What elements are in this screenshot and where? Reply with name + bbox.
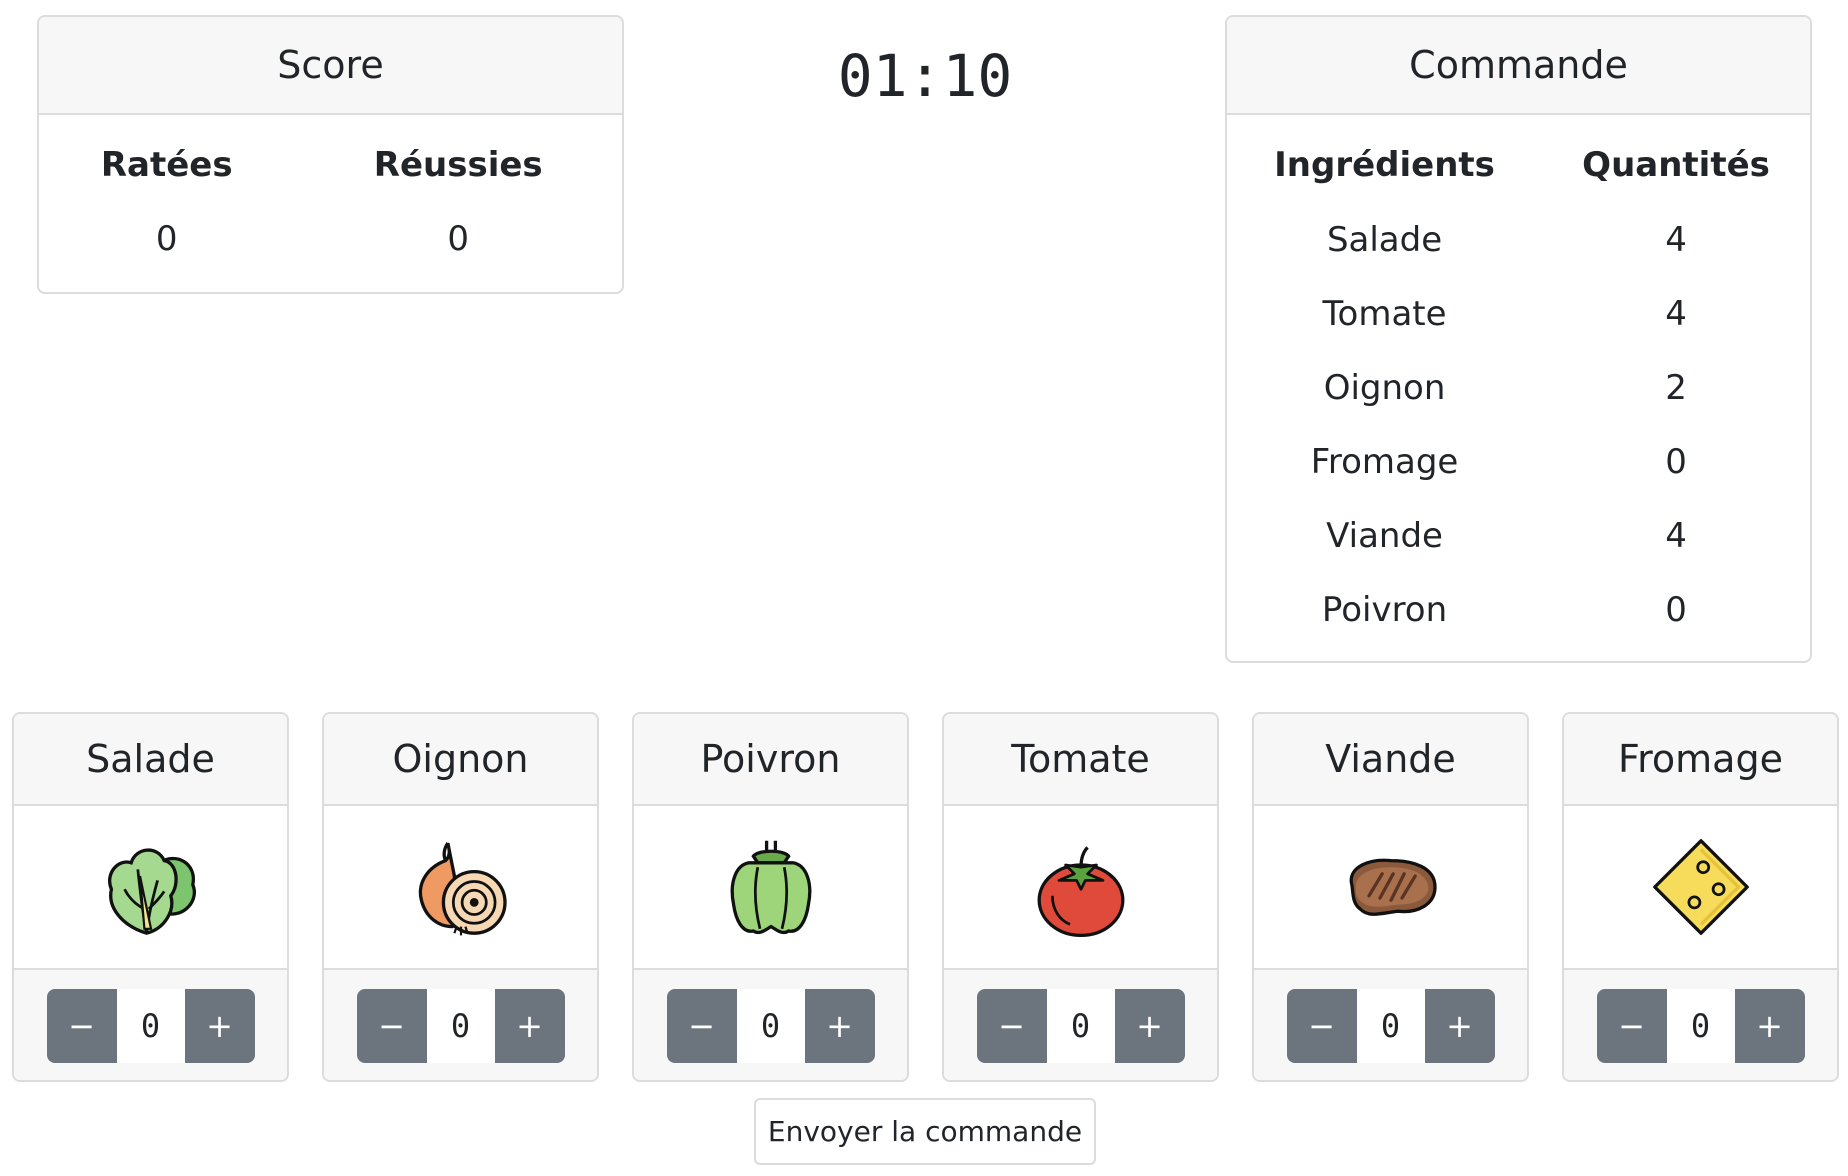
countdown-timer: 01:10 [837, 42, 1013, 110]
decrement-button[interactable]: − [666, 989, 737, 1063]
ingredient-card-tomate: Tomate − 0 + [942, 712, 1219, 1082]
increment-button[interactable]: + [1114, 989, 1185, 1063]
order-row: Poivron 0 [1227, 573, 1810, 647]
steak-icon [1349, 858, 1437, 916]
order-quantity: 4 [1665, 220, 1687, 260]
decrement-button[interactable]: − [1286, 989, 1357, 1063]
increment-button[interactable]: + [184, 989, 255, 1063]
order-table: Ingrédients Quantités Salade 4 Tomate 4 … [1227, 115, 1810, 647]
ingredient-image [944, 806, 1217, 970]
cheese-icon [1652, 839, 1749, 935]
score-title: Score [39, 17, 622, 115]
ingredient-name: Tomate [944, 714, 1217, 806]
order-ingredient: Oignon [1323, 368, 1446, 408]
tomato-icon [1037, 846, 1124, 938]
send-order-button[interactable]: Envoyer la commande [754, 1098, 1096, 1165]
order-row: Oignon 2 [1227, 351, 1810, 425]
quantity-value: 0 [116, 989, 185, 1063]
order-row: Tomate 4 [1227, 277, 1810, 351]
ingredient-card-viande: Viande − 0 + [1252, 712, 1529, 1082]
quantity-value: 0 [736, 989, 805, 1063]
score-success-value: 0 [447, 219, 470, 259]
ingredient-name: Salade [14, 714, 287, 806]
score-missed-value: 0 [155, 219, 178, 259]
lettuce-icon [107, 848, 196, 935]
order-ingredients-header: Ingrédients [1274, 145, 1495, 185]
onion-icon [418, 842, 507, 936]
ingredient-image [634, 806, 907, 970]
order-ingredient: Viande [1326, 516, 1443, 556]
increment-button[interactable]: + [804, 989, 875, 1063]
order-quantity: 0 [1665, 590, 1687, 630]
increment-button[interactable]: + [494, 989, 565, 1063]
decrement-button[interactable]: − [1596, 989, 1667, 1063]
quantity-value: 0 [426, 989, 495, 1063]
order-ingredient: Poivron [1321, 590, 1448, 630]
ingredient-card-oignon: Oignon − 0 + [322, 712, 599, 1082]
quantity-value: 0 [1356, 989, 1425, 1063]
decrement-button[interactable]: − [356, 989, 427, 1063]
score-success-header: Réussies [373, 145, 543, 185]
quantity-value: 0 [1666, 989, 1735, 1063]
order-ingredient: Salade [1326, 220, 1443, 260]
quantity-value: 0 [1046, 989, 1115, 1063]
order-ingredient: Fromage [1310, 442, 1459, 482]
ingredient-image [1564, 806, 1837, 970]
quantity-stepper: − 0 + [324, 970, 597, 1080]
order-quantity: 4 [1665, 294, 1687, 334]
ingredient-image [14, 806, 287, 970]
ingredient-name: Viande [1254, 714, 1527, 806]
ingredient-card-fromage: Fromage − 0 + [1562, 712, 1839, 1082]
order-quantity: 2 [1665, 368, 1687, 408]
score-card: Score Ratées Réussies 0 0 [37, 15, 624, 294]
order-row: Fromage 0 [1227, 425, 1810, 499]
decrement-button[interactable]: − [976, 989, 1047, 1063]
ingredient-image [1254, 806, 1527, 970]
quantity-stepper: − 0 + [1564, 970, 1837, 1080]
quantity-stepper: − 0 + [14, 970, 287, 1080]
score-table: Ratées Réussies 0 0 [39, 115, 622, 275]
order-card: Commande Ingrédients Quantités Salade 4 … [1225, 15, 1812, 663]
order-quantity: 0 [1665, 442, 1687, 482]
score-missed-header: Ratées [100, 145, 233, 185]
ingredient-name: Oignon [324, 714, 597, 806]
bell-pepper-icon [730, 840, 811, 935]
ingredient-name: Poivron [634, 714, 907, 806]
quantity-stepper: − 0 + [634, 970, 907, 1080]
increment-button[interactable]: + [1424, 989, 1495, 1063]
order-row: Viande 4 [1227, 499, 1810, 573]
order-quantity: 4 [1665, 516, 1687, 556]
ingredient-card-poivron: Poivron − 0 + [632, 712, 909, 1082]
ingredient-name: Fromage [1564, 714, 1837, 806]
order-row: Salade 4 [1227, 203, 1810, 277]
ingredient-image [324, 806, 597, 970]
decrement-button[interactable]: − [46, 989, 117, 1063]
order-title: Commande [1227, 17, 1810, 115]
order-quantities-header: Quantités [1582, 145, 1770, 185]
ingredient-card-salade: Salade − 0 + [12, 712, 289, 1082]
increment-button[interactable]: + [1734, 989, 1805, 1063]
quantity-stepper: − 0 + [1254, 970, 1527, 1080]
quantity-stepper: − 0 + [944, 970, 1217, 1080]
order-ingredient: Tomate [1322, 294, 1447, 334]
